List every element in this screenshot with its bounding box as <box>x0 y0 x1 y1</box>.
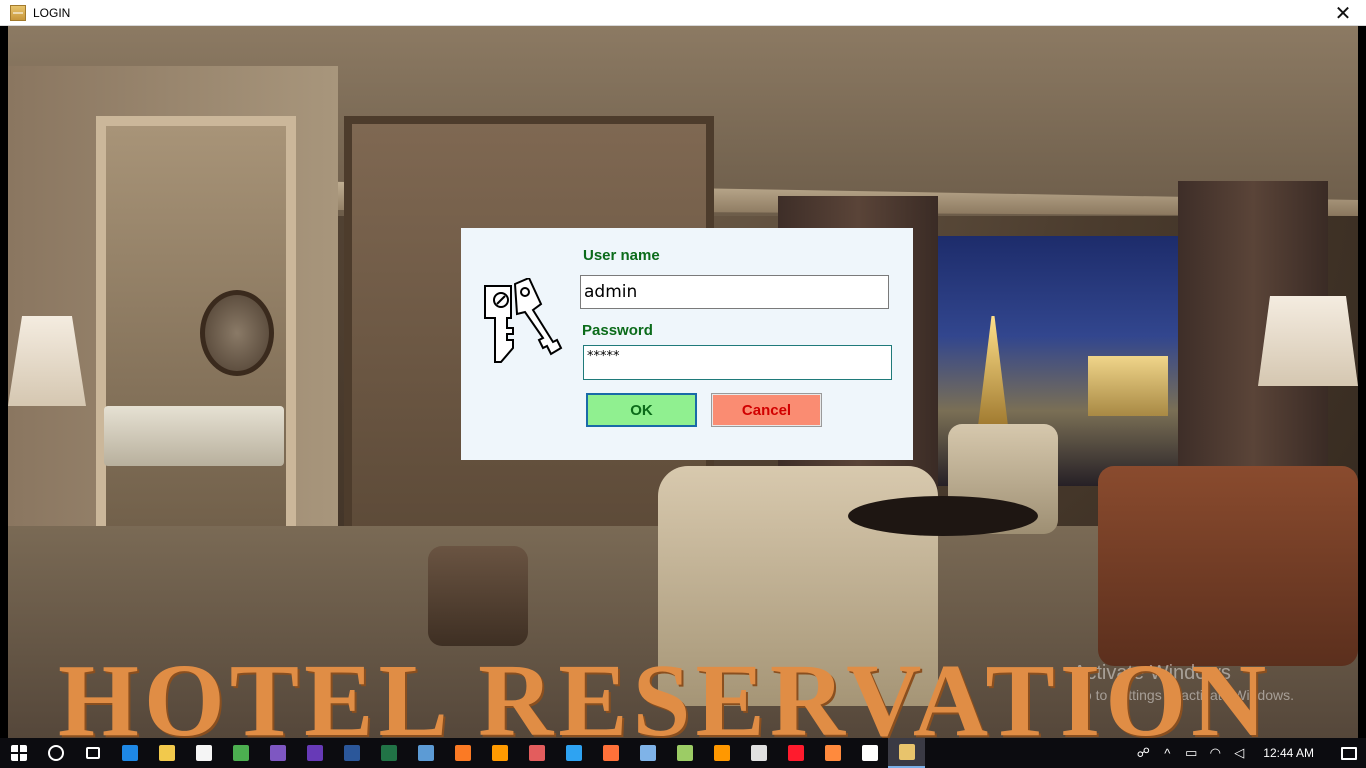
cortana-icon[interactable] <box>37 738 74 768</box>
xampp-icon[interactable] <box>444 738 481 768</box>
visual-studio-icon[interactable] <box>259 738 296 768</box>
app-icon-b[interactable] <box>518 738 555 768</box>
ok-button[interactable]: OK <box>586 393 697 427</box>
chrome-icon[interactable] <box>222 738 259 768</box>
app-icon-f[interactable] <box>851 738 888 768</box>
username-label: User name <box>583 247 660 264</box>
hotel-app-icon[interactable] <box>888 738 925 768</box>
word-icon[interactable] <box>333 738 370 768</box>
window-title: LOGIN <box>33 5 71 20</box>
excel-style-icon[interactable] <box>370 738 407 768</box>
close-button[interactable]: ✕ <box>1320 0 1366 26</box>
password-input[interactable]: ***** <box>583 345 892 380</box>
app-icon-c[interactable] <box>555 738 592 768</box>
username-input[interactable]: admin <box>580 275 889 309</box>
app-icon-a[interactable] <box>407 738 444 768</box>
login-dialog: User name admin Password ***** OK Cancel <box>461 228 913 460</box>
cancel-button[interactable]: Cancel <box>711 393 822 427</box>
battery-icon[interactable]: ▭ <box>1179 745 1203 761</box>
firefox-icon[interactable] <box>592 738 629 768</box>
visual-studio-2-icon[interactable] <box>296 738 333 768</box>
hotel-reservation-banner: HOTEL RESERVATION <box>58 643 1272 739</box>
hotel-app-icon <box>10 4 26 21</box>
volume-icon[interactable]: ◁ <box>1227 745 1251 761</box>
start-icon[interactable] <box>0 738 37 768</box>
sublime-icon[interactable] <box>703 738 740 768</box>
opera-icon[interactable] <box>777 738 814 768</box>
app-icon-e[interactable] <box>814 738 851 768</box>
people-icon[interactable]: ☍ <box>1131 745 1155 761</box>
file-explorer-icon[interactable] <box>148 738 185 768</box>
keys-icon <box>484 278 563 363</box>
system-tray: ☍ ^ ▭ ◠ ◁ 12:44 AM <box>1131 738 1366 768</box>
taskbar: ☍ ^ ▭ ◠ ◁ 12:44 AM <box>0 738 1366 768</box>
clock[interactable]: 12:44 AM <box>1263 746 1314 760</box>
chevron-up-icon[interactable]: ^ <box>1155 746 1179 761</box>
password-label: Password <box>582 322 653 339</box>
notepad-icon[interactable] <box>629 738 666 768</box>
title-bar: LOGIN ✕ <box>0 0 1366 26</box>
mail-icon[interactable] <box>740 738 777 768</box>
app-icon-d[interactable] <box>666 738 703 768</box>
edge-icon[interactable] <box>111 738 148 768</box>
task-view-icon[interactable] <box>74 738 111 768</box>
illustrator-icon[interactable] <box>481 738 518 768</box>
store-icon[interactable] <box>185 738 222 768</box>
wifi-icon[interactable]: ◠ <box>1203 745 1227 761</box>
notification-icon[interactable] <box>1332 738 1366 768</box>
